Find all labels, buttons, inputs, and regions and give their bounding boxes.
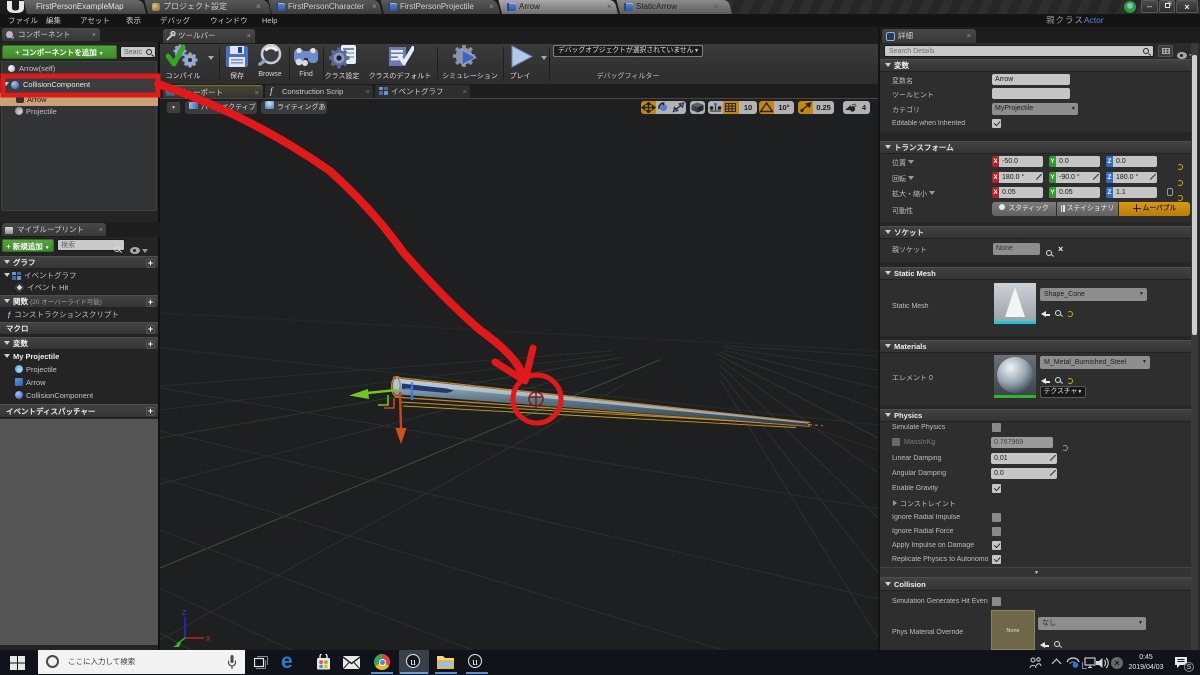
svg-text:Z: Z	[182, 610, 187, 617]
svg-text:X: X	[206, 636, 211, 643]
